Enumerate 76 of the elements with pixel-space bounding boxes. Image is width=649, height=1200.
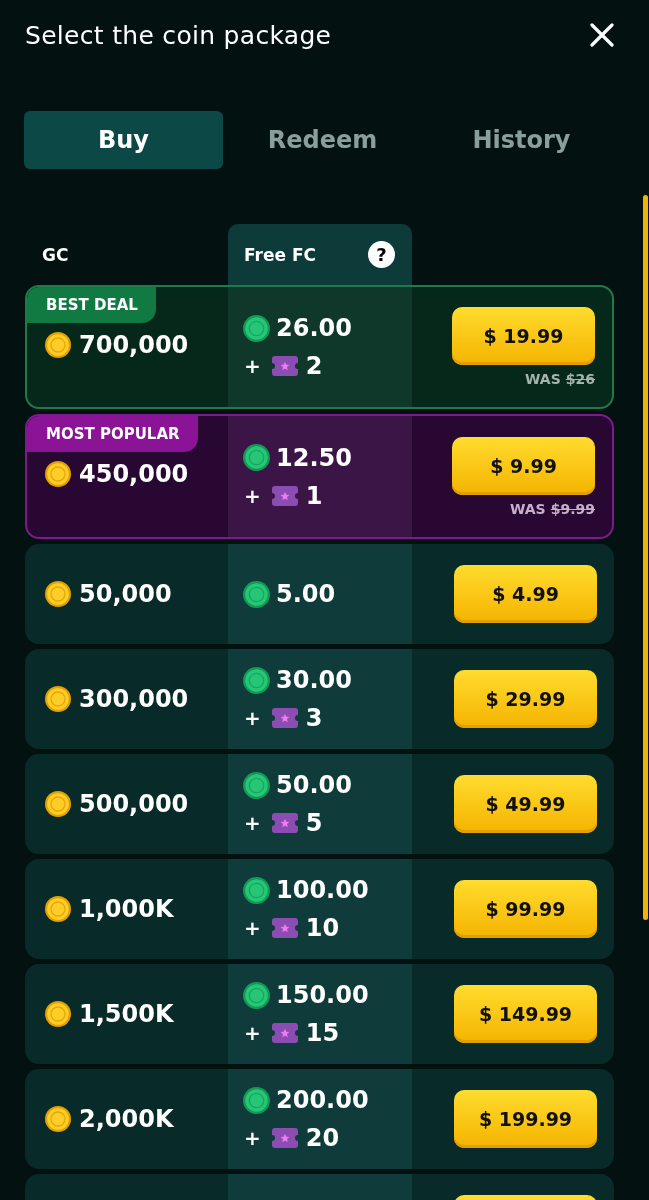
plus-sign: + bbox=[244, 1021, 261, 1045]
close-icon[interactable] bbox=[590, 23, 614, 47]
column-label: Free FC bbox=[244, 244, 316, 265]
ticket-icon bbox=[271, 813, 298, 833]
coin-icon bbox=[45, 581, 71, 607]
help-button[interactable]: ? bbox=[368, 241, 395, 268]
scrollbar-thumb[interactable] bbox=[643, 195, 648, 920]
bonus-amount: 30.00 bbox=[276, 666, 352, 694]
coin-icon bbox=[45, 1106, 71, 1132]
bonus-amount: 26.00 bbox=[276, 314, 352, 342]
old-price: $9.99 bbox=[550, 500, 595, 517]
plus-sign: + bbox=[244, 1126, 261, 1150]
coin-icon bbox=[243, 314, 270, 342]
ticket-count: 15 bbox=[305, 1019, 340, 1047]
price-button[interactable]: $ 29.99 bbox=[454, 670, 597, 728]
plus-sign: + bbox=[244, 811, 261, 835]
coin-amount: 1,000K bbox=[79, 895, 174, 923]
was-label: WAS bbox=[509, 500, 546, 517]
bonus-amount: 12.50 bbox=[276, 443, 352, 472]
was-label: WAS bbox=[525, 371, 561, 387]
coin-amount: 300,000 bbox=[79, 685, 189, 713]
coin-icon bbox=[45, 686, 71, 712]
ticket-count: 5 bbox=[305, 809, 323, 837]
bonus-amount: 100.00 bbox=[276, 876, 369, 904]
tab[interactable]: Buy bbox=[24, 111, 223, 169]
price-button[interactable]: $ 4.99 bbox=[454, 565, 597, 623]
plus-sign: + bbox=[244, 706, 261, 730]
coin-amount: 700,000 bbox=[79, 331, 189, 359]
ticket-count: 20 bbox=[305, 1124, 340, 1152]
price-button[interactable]: $ 149.99 bbox=[454, 985, 597, 1043]
price-button[interactable]: $ 19.99 bbox=[452, 307, 595, 365]
coin-amount: 450,000 bbox=[79, 460, 189, 488]
coin-amount: 50,000 bbox=[79, 580, 172, 608]
coin-icon bbox=[243, 981, 270, 1009]
coin-icon bbox=[45, 332, 71, 358]
plus-sign: + bbox=[244, 354, 261, 378]
tab[interactable]: History bbox=[422, 111, 621, 169]
coin-icon bbox=[243, 580, 270, 608]
old-price: $26 bbox=[565, 371, 595, 387]
ticket-count: 2 bbox=[305, 352, 323, 380]
coin-icon bbox=[45, 791, 71, 817]
ticket-count: 3 bbox=[305, 704, 323, 732]
ticket-icon bbox=[271, 918, 298, 938]
bonus-amount: 200.00 bbox=[276, 1086, 369, 1114]
coin-icon bbox=[243, 444, 270, 471]
deal-badge: BEST DEAL bbox=[27, 287, 156, 323]
ticket-count: 1 bbox=[305, 481, 323, 510]
coin-icon bbox=[45, 896, 71, 922]
ticket-icon bbox=[271, 1023, 298, 1043]
column-label: GC bbox=[42, 244, 69, 265]
page-title: Select the coin package bbox=[25, 20, 332, 50]
coin-icon bbox=[243, 1086, 270, 1114]
ticket-icon bbox=[271, 356, 298, 376]
ticket-icon bbox=[271, 1128, 298, 1148]
price-button[interactable]: $ 9.99 bbox=[452, 436, 595, 495]
coin-amount: 1,500K bbox=[79, 1000, 174, 1028]
coin-icon bbox=[45, 1001, 71, 1027]
ticket-icon bbox=[271, 708, 298, 728]
tab[interactable]: Redeem bbox=[223, 111, 422, 169]
coin-icon bbox=[243, 876, 270, 904]
price-button[interactable]: $ 99.99 bbox=[454, 880, 597, 938]
price-button[interactable]: $ 49.99 bbox=[454, 775, 597, 833]
price-button[interactable]: $ 199.99 bbox=[454, 1090, 597, 1148]
deal-badge: MOST POPULAR bbox=[27, 416, 198, 452]
ticket-icon bbox=[271, 485, 298, 506]
coin-icon bbox=[243, 771, 270, 799]
bonus-amount: 150.00 bbox=[276, 981, 369, 1009]
coin-icon bbox=[45, 461, 71, 487]
ticket-count: 10 bbox=[305, 914, 340, 942]
bonus-amount: 50.00 bbox=[276, 771, 352, 799]
coin-amount: 500,000 bbox=[79, 790, 189, 818]
coin-amount: 2,000K bbox=[79, 1105, 174, 1133]
plus-sign: + bbox=[244, 916, 261, 940]
bonus-amount: 5.00 bbox=[276, 580, 336, 608]
coin-icon bbox=[243, 666, 270, 694]
plus-sign: + bbox=[244, 483, 261, 508]
